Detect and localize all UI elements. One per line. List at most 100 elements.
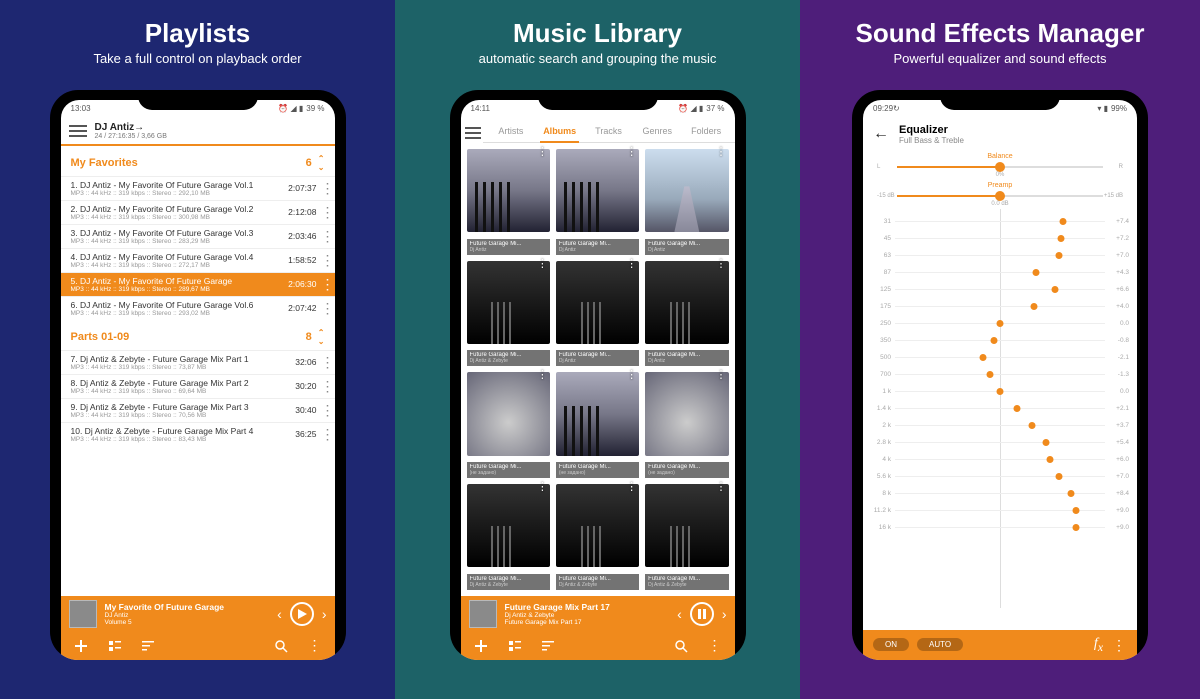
playlist-header[interactable]: Parts 01-098 ⌃⌄ — [61, 320, 335, 350]
album-tile[interactable]: ⋮Future Garage Mi...Dj Antiz & Zebyte — [645, 484, 728, 590]
add-icon[interactable] — [473, 638, 489, 654]
eq-band[interactable]: 4 k+6.0 — [867, 451, 1129, 468]
track-menu-icon[interactable]: ⋮ — [321, 432, 329, 437]
track-row[interactable]: 2. DJ Antiz - My Favorite Of Future Gara… — [61, 200, 335, 224]
track-row[interactable]: 4. DJ Antiz - My Favorite Of Future Gara… — [61, 248, 335, 272]
tab-genres[interactable]: Genres — [633, 122, 682, 142]
album-tile[interactable]: ⋮Future Garage Mi...Dj Antiz & Zebyte — [467, 261, 550, 367]
playlist-header[interactable]: My Favorites6 ⌃⌄ — [61, 146, 335, 176]
tab-folders[interactable]: Folders — [682, 122, 731, 142]
album-menu-icon[interactable]: ⋮ — [626, 374, 637, 378]
eq-band[interactable]: 45+7.2 — [867, 230, 1129, 247]
next-button[interactable]: › — [322, 606, 327, 622]
queue-icon[interactable] — [107, 638, 123, 654]
on-toggle[interactable]: ON — [873, 638, 909, 651]
track-menu-icon[interactable]: ⋮ — [321, 384, 329, 389]
eq-band[interactable]: 8 k+8.4 — [867, 485, 1129, 502]
track-row[interactable]: 9. Dj Antiz & Zebyte - Future Garage Mix… — [61, 398, 335, 422]
search-icon[interactable] — [273, 638, 289, 654]
eq-band[interactable]: 31+7.4 — [867, 213, 1129, 230]
next-button[interactable]: › — [722, 606, 727, 622]
prev-button[interactable]: ‹ — [677, 606, 682, 622]
eq-band[interactable]: 700-1.3 — [867, 366, 1129, 383]
album-menu-icon[interactable]: ⋮ — [626, 151, 637, 155]
track-menu-icon[interactable]: ⋮ — [321, 210, 329, 215]
track-menu-icon[interactable]: ⋮ — [321, 258, 329, 263]
album-tile[interactable]: ⋮Future Garage Mi...Dj Antiz — [467, 149, 550, 255]
track-row[interactable]: 10. Dj Antiz & Zebyte - Future Garage Mi… — [61, 422, 335, 446]
track-row[interactable]: 7. Dj Antiz & Zebyte - Future Garage Mix… — [61, 350, 335, 374]
track-menu-icon[interactable]: ⋮ — [321, 186, 329, 191]
album-tile[interactable]: ⋮Future Garage Mi...(не задано) — [467, 372, 550, 478]
eq-band[interactable]: 5.6 k+7.0 — [867, 468, 1129, 485]
album-menu-icon[interactable]: ⋮ — [716, 263, 727, 267]
eq-band[interactable]: 500-2.1 — [867, 349, 1129, 366]
eq-band[interactable]: 2.8 k+5.4 — [867, 434, 1129, 451]
album-menu-icon[interactable]: ⋮ — [537, 263, 548, 267]
sort-icon[interactable] — [141, 638, 157, 654]
track-row[interactable]: 3. DJ Antiz - My Favorite Of Future Gara… — [61, 224, 335, 248]
eq-band[interactable]: 175+4.0 — [867, 298, 1129, 315]
eq-band[interactable]: 125+6.6 — [867, 281, 1129, 298]
eq-band[interactable]: 2 k+3.7 — [867, 417, 1129, 434]
track-row[interactable]: 8. Dj Antiz & Zebyte - Future Garage Mix… — [61, 374, 335, 398]
track-menu-icon[interactable]: ⋮ — [321, 306, 329, 311]
back-icon[interactable]: ← — [873, 125, 889, 143]
album-menu-icon[interactable]: ⋮ — [716, 374, 727, 378]
track-menu-icon[interactable]: ⋮ — [321, 234, 329, 239]
search-icon[interactable] — [673, 638, 689, 654]
eq-band[interactable]: 11.2 k+9.0 — [867, 502, 1129, 519]
track-row[interactable]: 6. DJ Antiz - My Favorite Of Future Gara… — [61, 296, 335, 320]
album-tile[interactable]: ⋮Future Garage Mi...Dj Antiz — [645, 149, 728, 255]
queue-icon[interactable] — [507, 638, 523, 654]
prev-button[interactable]: ‹ — [277, 606, 282, 622]
album-menu-icon[interactable]: ⋮ — [626, 263, 637, 267]
eq-band[interactable]: 87+4.3 — [867, 264, 1129, 281]
menu-icon[interactable] — [461, 121, 483, 139]
sort-icon[interactable] — [541, 638, 557, 654]
add-icon[interactable] — [73, 638, 89, 654]
more-icon[interactable]: ⋮ — [307, 638, 323, 654]
album-tile[interactable]: ⋮Future Garage Mi...Dj Antiz — [556, 149, 639, 255]
eq-band[interactable]: 2500.0 — [867, 315, 1129, 332]
page-title: Equalizer — [899, 124, 964, 136]
album-tile[interactable]: ⋮Future Garage Mi...(не задано) — [645, 372, 728, 478]
preamp-slider[interactable]: -15 dB+15 dB — [877, 189, 1123, 203]
eq-band[interactable]: 350-0.8 — [867, 332, 1129, 349]
bottom-toolbar: ⋮ — [61, 632, 335, 660]
now-playing-bar[interactable]: Future Garage Mix Part 17 Dj Antiz & Zeb… — [461, 596, 735, 632]
album-tile[interactable]: ⋮Future Garage Mi...Dj Antiz — [645, 261, 728, 367]
album-tile[interactable]: ⋮Future Garage Mi...Dj Antiz & Zebyte — [467, 484, 550, 590]
track-menu-icon[interactable]: ⋮ — [321, 282, 329, 287]
more-icon[interactable]: ⋮ — [707, 638, 723, 654]
menu-icon[interactable] — [69, 125, 87, 137]
more-icon[interactable]: ⋮ — [1111, 637, 1127, 653]
tab-artists[interactable]: Artists — [487, 122, 536, 142]
track-row[interactable]: 1. DJ Antiz - My Favorite Of Future Gara… — [61, 176, 335, 200]
track-menu-icon[interactable]: ⋮ — [321, 360, 329, 365]
balance-slider[interactable]: LR — [877, 160, 1123, 174]
track-menu-icon[interactable]: ⋮ — [321, 408, 329, 413]
album-menu-icon[interactable]: ⋮ — [626, 486, 637, 490]
album-menu-icon[interactable]: ⋮ — [537, 486, 548, 490]
album-menu-icon[interactable]: ⋮ — [716, 486, 727, 490]
fx-icon[interactable]: fx — [1094, 636, 1103, 654]
album-menu-icon[interactable]: ⋮ — [537, 151, 548, 155]
tab-albums[interactable]: Albums — [535, 122, 584, 142]
now-playing-bar[interactable]: My Favorite Of Future Garage DJ Antiz Vo… — [61, 596, 335, 632]
album-tile[interactable]: ⋮Future Garage Mi...Dj Antiz & Zebyte — [556, 484, 639, 590]
tab-tracks[interactable]: Tracks — [584, 122, 633, 142]
auto-toggle[interactable]: AUTO — [917, 638, 963, 651]
track-row[interactable]: 5. DJ Antiz - My Favorite Of Future Gara… — [61, 272, 335, 296]
album-tile[interactable]: ⋮Future Garage Mi...(не задано) — [556, 372, 639, 478]
play-button[interactable] — [290, 602, 314, 626]
album-menu-icon[interactable]: ⋮ — [537, 374, 548, 378]
album-menu-icon[interactable]: ⋮ — [716, 151, 727, 155]
eq-toolbar: ON AUTO fx ⋮ — [863, 630, 1137, 660]
eq-band[interactable]: 63+7.0 — [867, 247, 1129, 264]
eq-band[interactable]: 1 k0.0 — [867, 383, 1129, 400]
album-tile[interactable]: ⋮Future Garage Mi...Dj Antiz — [556, 261, 639, 367]
eq-band[interactable]: 1.4 k+2.1 — [867, 400, 1129, 417]
eq-band[interactable]: 16 k+9.0 — [867, 519, 1129, 536]
pause-button[interactable] — [690, 602, 714, 626]
